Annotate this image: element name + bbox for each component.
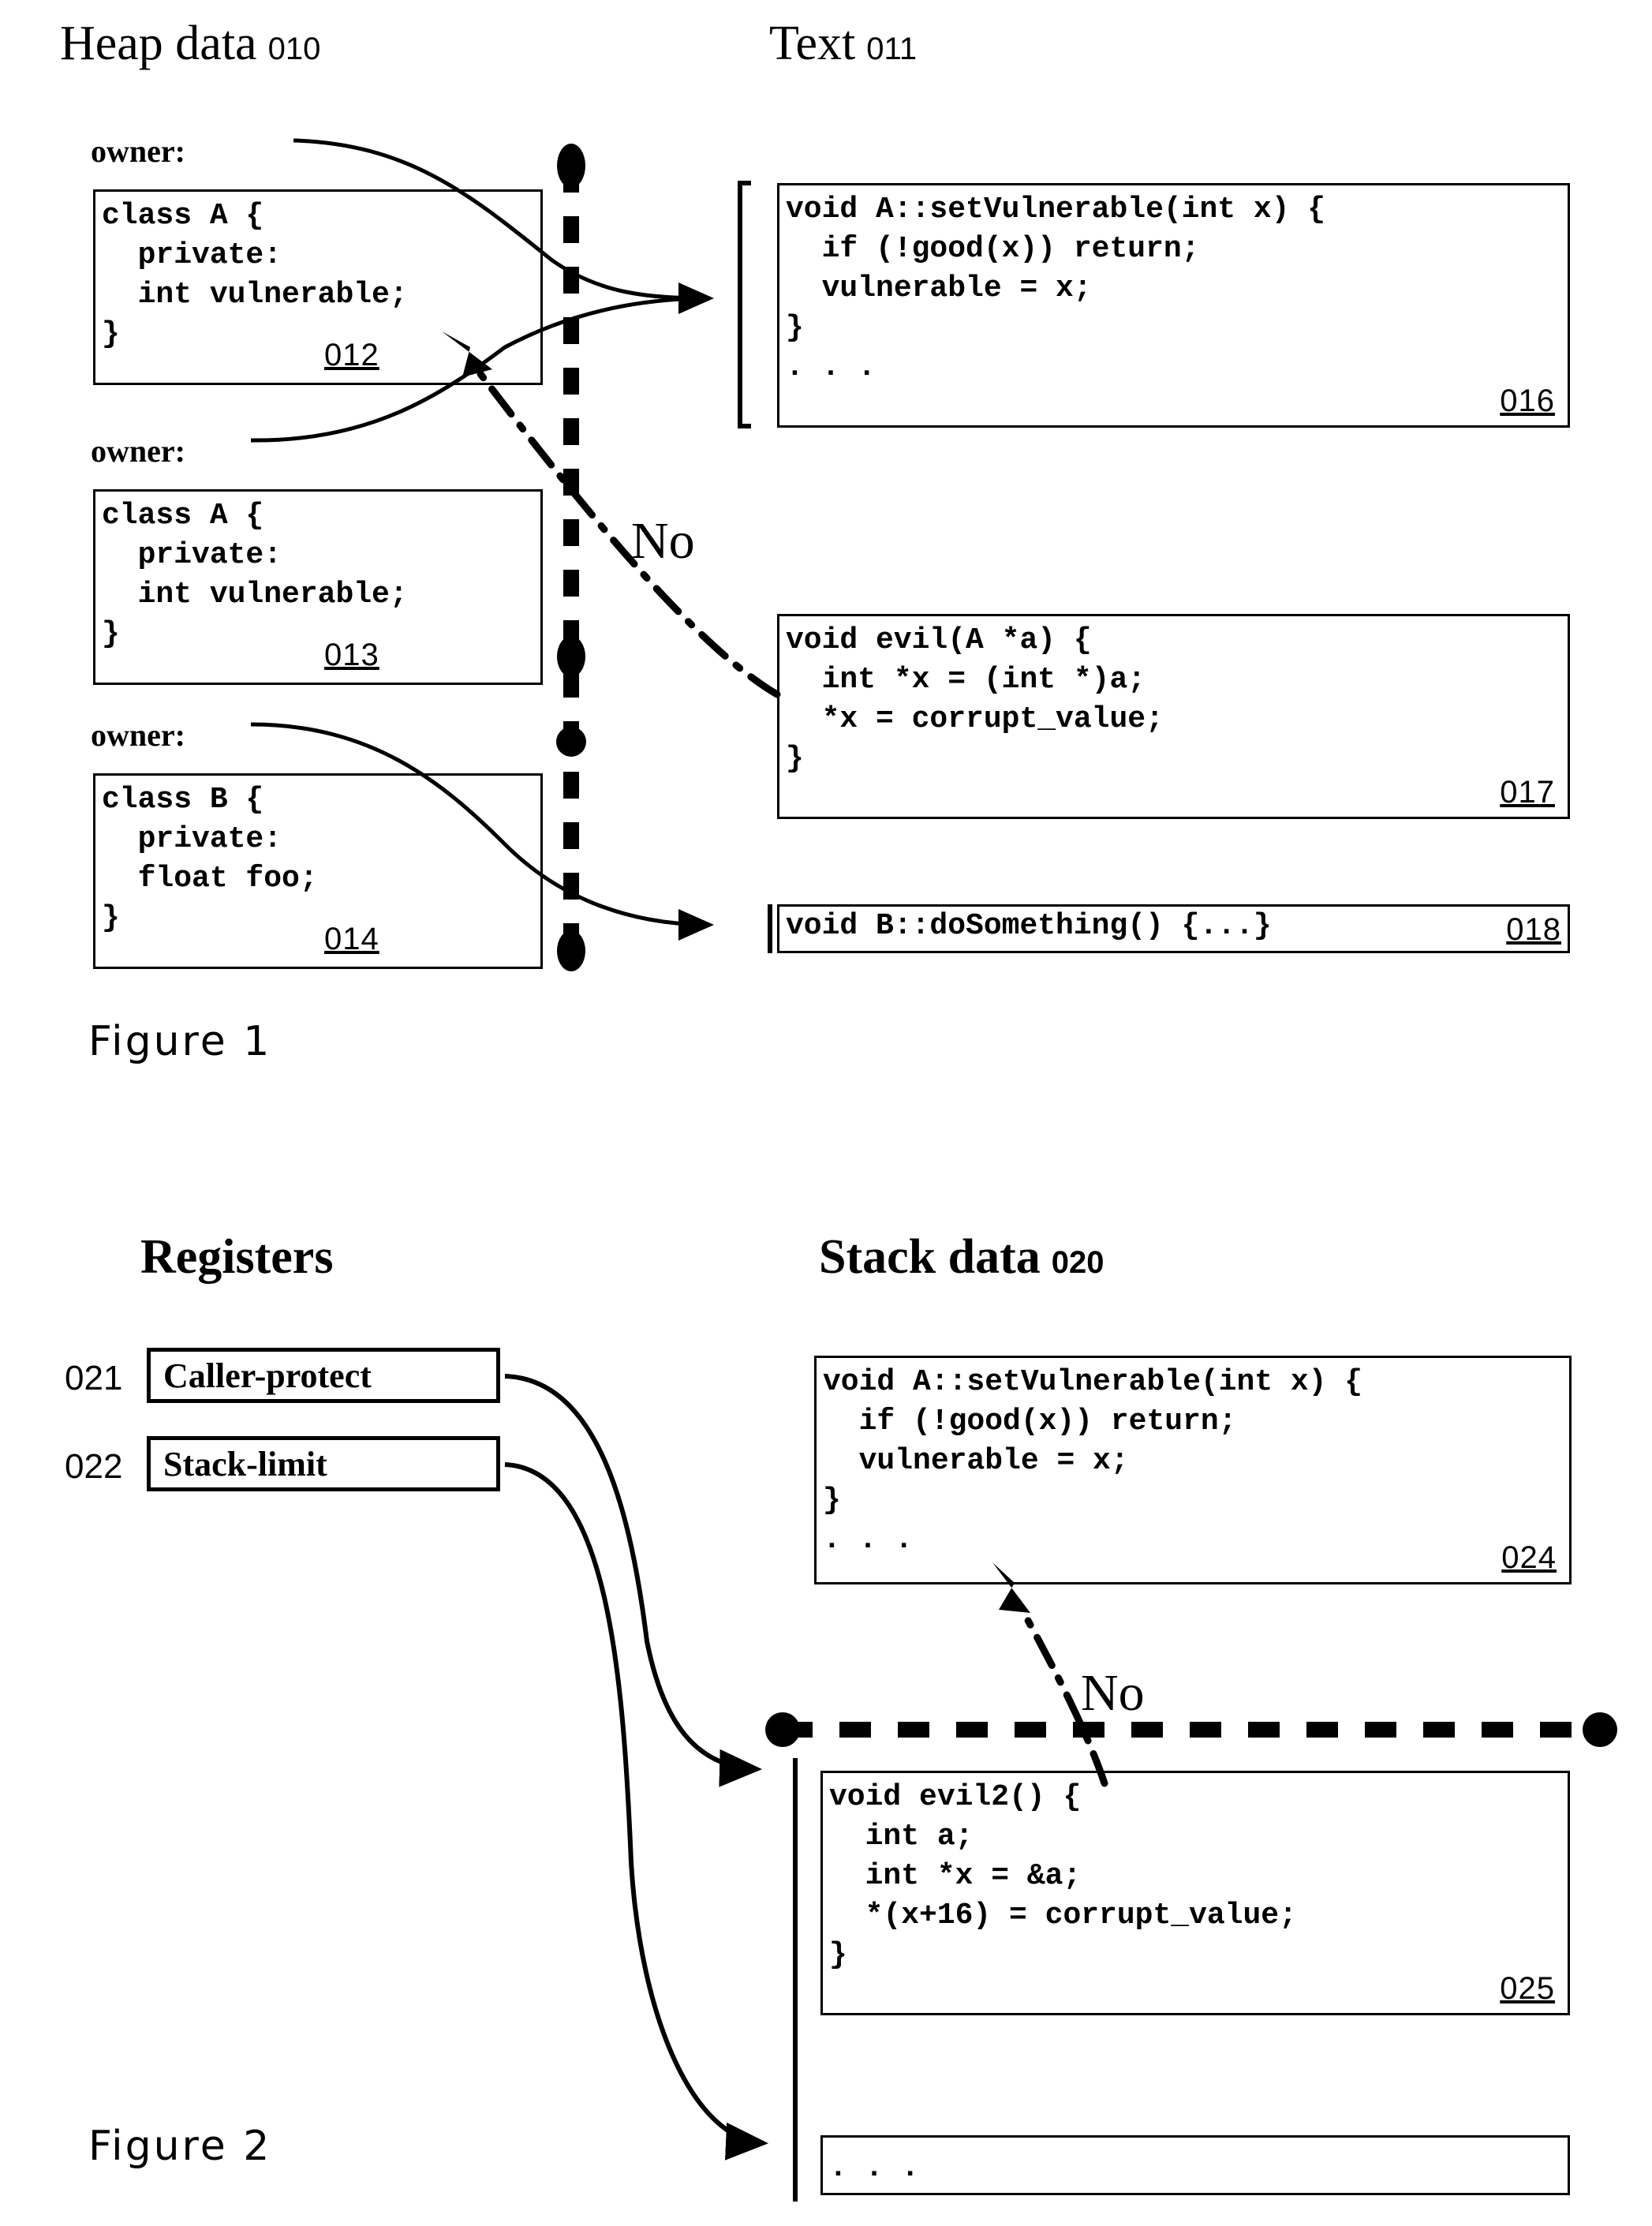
code-line: private: [102, 822, 282, 856]
code-line: } [829, 1938, 847, 1972]
code-line: } [786, 742, 804, 776]
code-line: class A { [102, 499, 264, 533]
code-line: void evil2() { [829, 1780, 1082, 1814]
code-line: } [102, 901, 120, 935]
code-line: float foo; [102, 862, 318, 896]
owner-label-013: owner: [91, 433, 185, 469]
register-ref-021: 021 [65, 1359, 123, 1397]
heap-object-013: class A { private: int vulnerable; } 013 [93, 489, 543, 685]
ref-017: 017 [1500, 775, 1555, 810]
heap-data-ref: 010 [267, 32, 321, 66]
stack-block-024: void A::setVulnerable(int x) { if (!good… [814, 1356, 1572, 1584]
stack-data-title-text: Stack data [819, 1230, 1041, 1284]
ref-013: 013 [324, 638, 379, 672]
text-block-016-bracket [738, 181, 751, 428]
figure-2-caption: Figure 2 [88, 2123, 272, 2170]
text-block-016: void A::setVulnerable(int x) { if (!good… [777, 183, 1570, 428]
heap-data-title: Heap data 010 [60, 19, 320, 68]
text-section-title: Text 011 [769, 19, 917, 68]
ref-016: 016 [1500, 383, 1555, 418]
code-line: . . . [829, 2151, 920, 2185]
code-line: class B { [102, 783, 264, 817]
text-block-018: void B::doSomething() {...} 018 [777, 904, 1570, 953]
stack-block-025: void evil2() { int a; int *x = &a; *(x+1… [820, 1771, 1570, 2015]
code-line: *(x+16) = corrupt_value; [829, 1899, 1297, 1932]
text-section-title-text: Text [769, 17, 856, 70]
text-block-017: void evil(A *a) { int *x = (int *)a; *x … [777, 614, 1570, 819]
privilege-boundary-figure2 [765, 1712, 1617, 1747]
register-label: Stack-limit [163, 1444, 327, 1483]
code-line: class A { [102, 199, 264, 233]
code-line: } [786, 311, 804, 345]
register-label: Caller-protect [163, 1356, 372, 1395]
text-section-ref: 011 [866, 32, 918, 66]
code-line: vulnerable = x; [823, 1444, 1129, 1478]
code-line: . . . [823, 1523, 914, 1557]
register-ref-022: 022 [65, 1447, 123, 1486]
code-line: } [102, 317, 120, 351]
stack-data-ref: 020 [1051, 1245, 1104, 1280]
code-line: private: [102, 538, 282, 572]
heap-object-012: class A { private: int vulnerable; } 012 [93, 189, 543, 385]
owner-label-012: owner: [91, 133, 185, 169]
ref-012: 012 [324, 338, 379, 372]
code-line: vulnerable = x; [786, 271, 1092, 305]
ref-014: 014 [324, 922, 379, 956]
registers-title-text: Registers [140, 1230, 334, 1284]
ref-018: 018 [1506, 912, 1561, 947]
heap-data-title-text: Heap data [60, 17, 257, 70]
code-line: } [102, 617, 120, 651]
heap-object-014: class B { private: float foo; } 014 [93, 773, 543, 969]
code-line: int vulnerable; [102, 278, 408, 312]
denied-label-figure1: No [631, 512, 695, 570]
stack-block-ellipsis: . . . [820, 2135, 1570, 2195]
code-line: void A::setVulnerable(int x) { [786, 193, 1326, 226]
code-line: . . . [786, 350, 876, 384]
code-line: void evil(A *a) { [786, 623, 1092, 657]
code-line: int *x = (int *)a; [786, 663, 1146, 697]
code-line: private: [102, 238, 282, 272]
register-box-caller-protect[interactable]: Caller-protect [147, 1348, 500, 1403]
register-box-stack-limit[interactable]: Stack-limit [147, 1436, 500, 1491]
code-line: if (!good(x)) return; [823, 1405, 1237, 1438]
registers-title: Registers [140, 1233, 333, 1281]
code-line: int a; [829, 1820, 974, 1854]
owner-label-014: owner: [91, 717, 185, 753]
code-line: if (!good(x)) return; [786, 232, 1200, 266]
code-line: int *x = &a; [829, 1859, 1082, 1893]
ref-024: 024 [1501, 1540, 1557, 1575]
stack-data-title: Stack data 020 [819, 1233, 1104, 1281]
code-line: int vulnerable; [102, 578, 408, 612]
code-line: void B::doSomething() {...} [786, 909, 1272, 943]
privilege-boundary-figure1 [556, 144, 586, 971]
caller-protect-pointer [504, 1374, 762, 1787]
code-line: *x = corrupt_value; [786, 702, 1164, 736]
code-line: } [823, 1483, 841, 1517]
stack-limit-pointer [504, 1462, 768, 2161]
denied-label-figure2: No [1081, 1664, 1145, 1722]
code-line: void A::setVulnerable(int x) { [823, 1365, 1363, 1399]
ref-025: 025 [1500, 1971, 1555, 2006]
figure-1-caption: Figure 1 [88, 1018, 272, 1065]
